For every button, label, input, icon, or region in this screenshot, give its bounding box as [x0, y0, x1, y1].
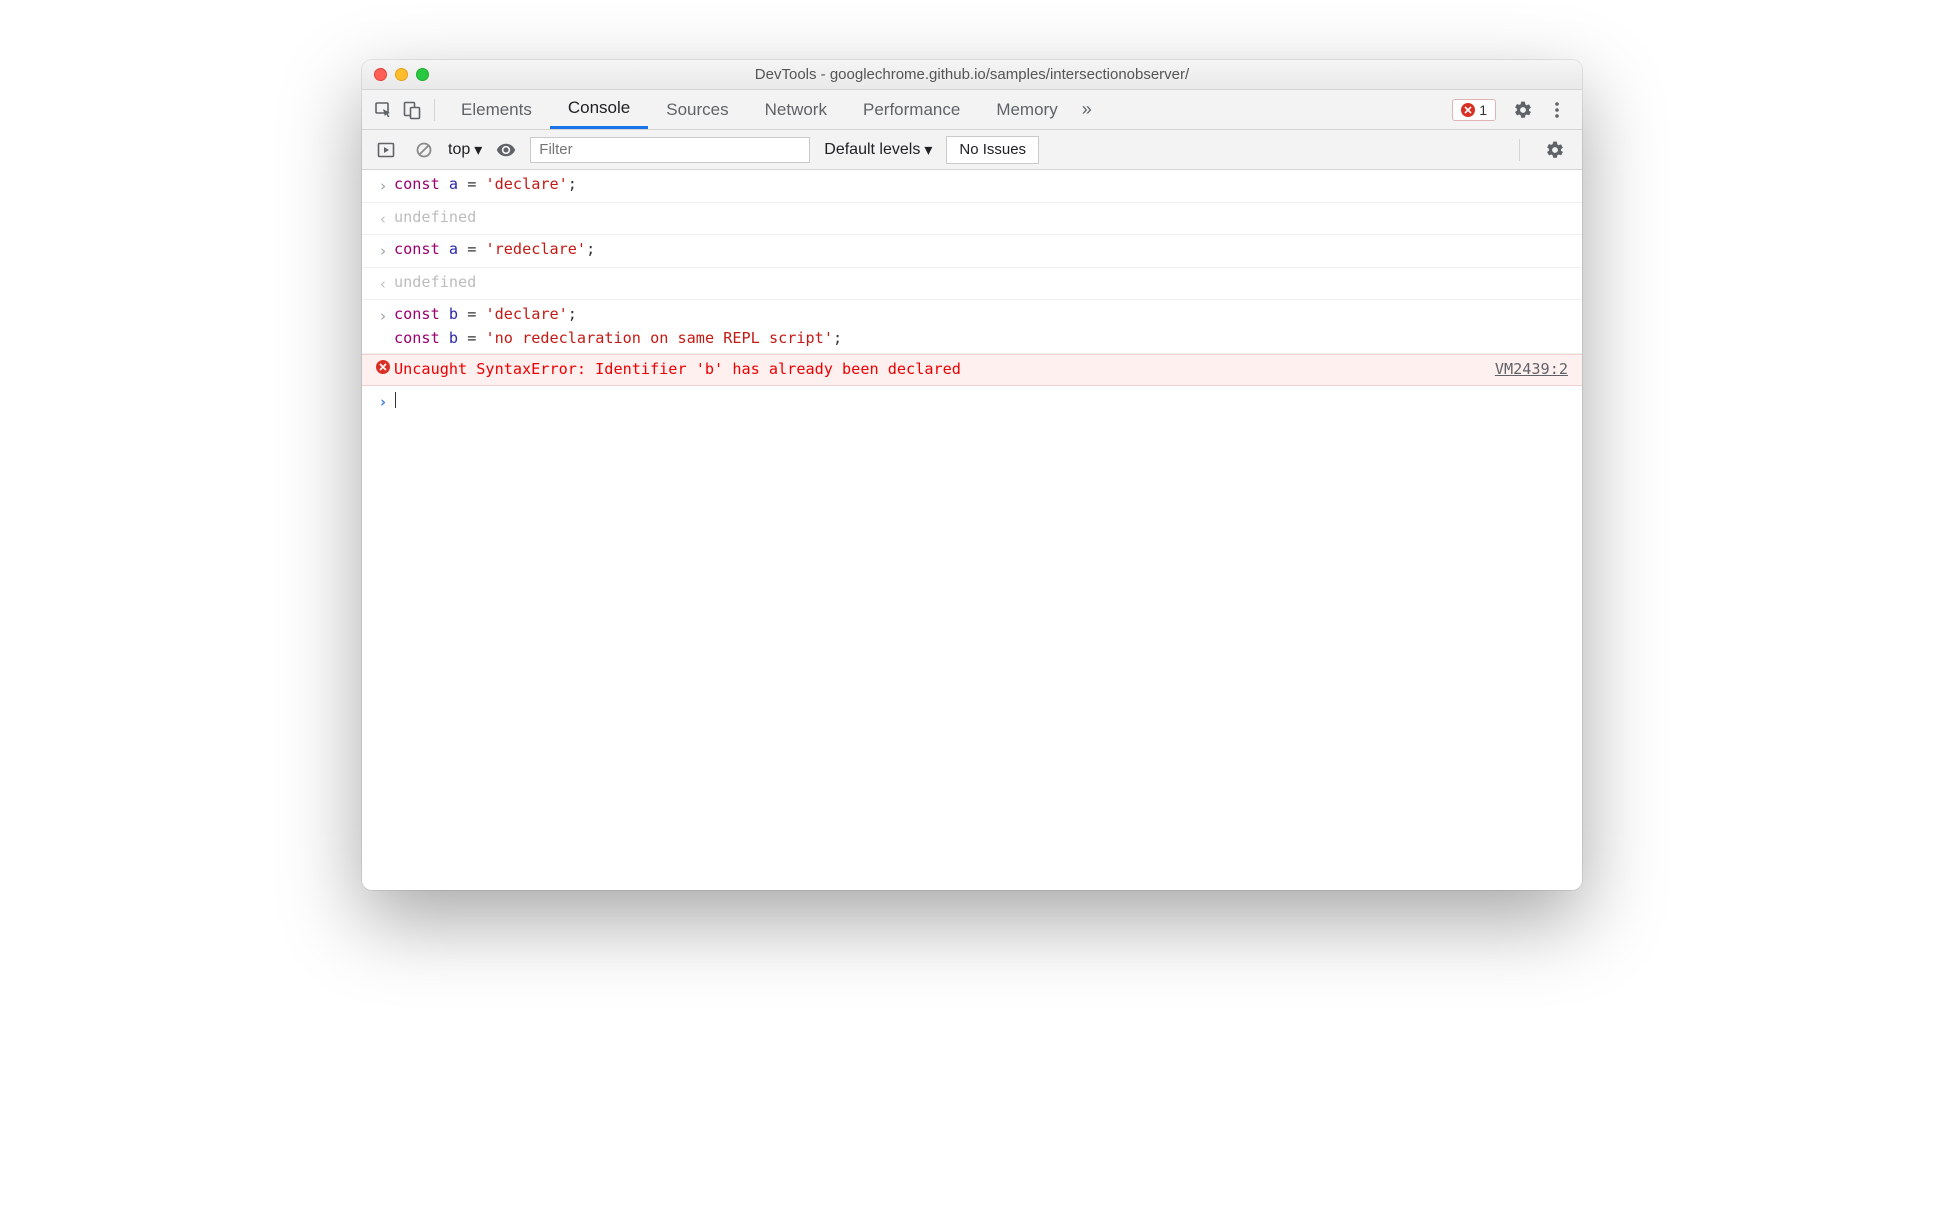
input-chevron-icon: › [372, 238, 394, 264]
code-token-kw: const [394, 175, 440, 193]
code-token-str: 'declare' [486, 175, 568, 193]
console-row: ›const a = 'declare'; [362, 170, 1582, 203]
levels-label: Default levels [824, 141, 920, 159]
tab-label: Performance [863, 100, 960, 120]
text-cursor [395, 392, 396, 408]
code-token-op: = [467, 240, 476, 258]
inspect-element-icon[interactable] [370, 96, 398, 124]
tab-network[interactable]: Network [747, 90, 845, 129]
tab-label: Elements [461, 100, 532, 120]
code-token-str: 'redeclare' [486, 240, 587, 258]
tab-label: Sources [666, 100, 728, 120]
console-row: ‹undefined [362, 268, 1582, 301]
input-chevron-icon: › [372, 173, 394, 199]
output-chevron-icon: ‹ [372, 206, 394, 232]
console-row: ‹undefined [362, 203, 1582, 236]
code-token-str: 'declare' [486, 305, 568, 323]
window-title: DevTools - googlechrome.github.io/sample… [362, 66, 1582, 83]
code-token-op: = [467, 305, 476, 323]
code-token-op: = [467, 175, 476, 193]
code-token-op: ; [833, 329, 842, 347]
code-token-kw: const [394, 329, 440, 347]
tab-elements[interactable]: Elements [443, 90, 550, 129]
code-token-op: ; [586, 240, 595, 258]
console-row: ›const b = 'declare'; const b = 'no rede… [362, 300, 1582, 354]
code-token-str: 'no redeclaration on same REPL script' [486, 329, 833, 347]
code-token-muted: undefined [394, 208, 476, 226]
console-row-content: const a = 'declare'; [394, 173, 1572, 197]
code-token-op: = [467, 329, 476, 347]
issues-button[interactable]: No Issues [946, 136, 1039, 164]
tab-label: Network [765, 100, 827, 120]
settings-button[interactable] [1506, 93, 1540, 127]
error-count: 1 [1479, 102, 1487, 118]
toggle-sidebar-icon[interactable] [372, 136, 400, 164]
titlebar: DevTools - googlechrome.github.io/sample… [362, 60, 1582, 90]
console-row-content: undefined [394, 271, 1572, 295]
chevron-down-icon: ▾ [474, 140, 482, 160]
code-token-ident: b [449, 329, 458, 347]
tab-performance[interactable]: Performance [845, 90, 978, 129]
device-toggle-icon[interactable] [398, 96, 426, 124]
console-row-content: const b = 'declare'; const b = 'no redec… [394, 303, 1572, 350]
console-row: Uncaught SyntaxError: Identifier 'b' has… [362, 354, 1582, 386]
main-toolbar: Elements Console Sources Network Performance… [362, 90, 1582, 130]
code-token-kw: const [394, 240, 440, 258]
console-filterbar: top ▾ Default levels ▾ No Issues [362, 130, 1582, 170]
console-row: ›const a = 'redeclare'; [362, 235, 1582, 268]
code-token-op: ; [568, 305, 577, 323]
panel-tabs: Elements Console Sources Network Performance… [443, 90, 1076, 129]
error-icon [372, 358, 394, 374]
context-selector[interactable]: top ▾ [448, 140, 482, 160]
console-row-content: const a = 'redeclare'; [394, 238, 1572, 262]
code-token-ident: a [449, 175, 458, 193]
clear-console-icon[interactable] [410, 136, 438, 164]
prompt-chevron-icon: › [372, 389, 394, 415]
code-token-kw: const [394, 305, 440, 323]
console-row: › [362, 386, 1582, 418]
tab-console[interactable]: Console [550, 90, 648, 129]
log-levels-selector[interactable]: Default levels ▾ [820, 140, 936, 160]
live-expression-icon[interactable] [492, 136, 520, 164]
context-label: top [448, 141, 470, 159]
toolbar-divider [434, 99, 435, 121]
tab-sources[interactable]: Sources [648, 90, 746, 129]
code-token-muted: undefined [394, 273, 476, 291]
kebab-menu-button[interactable] [1540, 93, 1574, 127]
tab-memory[interactable]: Memory [978, 90, 1075, 129]
more-tabs-icon[interactable]: » [1076, 99, 1102, 120]
filter-input[interactable] [530, 137, 810, 163]
error-source-link[interactable]: VM2439:2 [1495, 358, 1572, 382]
toolbar-divider [1519, 139, 1520, 161]
devtools-window: DevTools - googlechrome.github.io/sample… [362, 60, 1582, 890]
code-token-ident: a [449, 240, 458, 258]
console-row-content: Uncaught SyntaxError: Identifier 'b' has… [394, 358, 1495, 382]
console-row-content: undefined [394, 206, 1572, 230]
chevron-down-icon: ▾ [924, 140, 932, 160]
console-body[interactable]: ›const a = 'declare';‹undefined›const a … [362, 170, 1582, 890]
console-input[interactable] [394, 389, 1572, 413]
output-chevron-icon: ‹ [372, 271, 394, 297]
input-chevron-icon: › [372, 303, 394, 329]
error-icon [1461, 103, 1475, 117]
tab-label: Console [568, 98, 630, 118]
error-count-pill[interactable]: 1 [1452, 99, 1496, 121]
issues-label: No Issues [959, 141, 1026, 158]
code-token-ident: b [449, 305, 458, 323]
code-token-op: ; [568, 175, 577, 193]
console-settings-button[interactable] [1538, 133, 1572, 167]
tab-label: Memory [996, 100, 1057, 120]
